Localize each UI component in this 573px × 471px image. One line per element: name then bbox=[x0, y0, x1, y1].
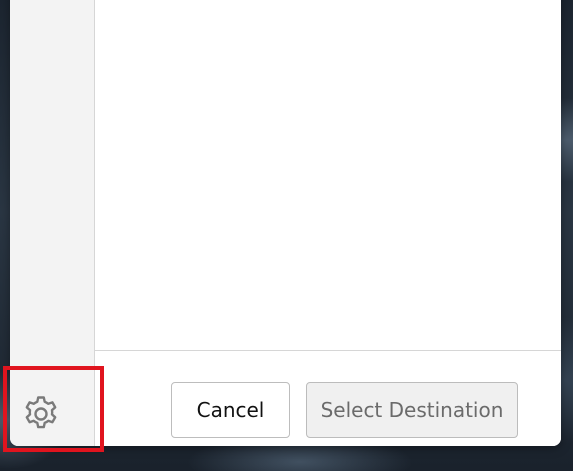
cancel-button[interactable]: Cancel bbox=[171, 382, 290, 438]
gear-icon bbox=[25, 396, 57, 429]
settings-button[interactable] bbox=[18, 394, 64, 434]
dialog-content-area[interactable] bbox=[95, 0, 561, 351]
select-destination-button[interactable]: Select Destination bbox=[306, 382, 518, 438]
